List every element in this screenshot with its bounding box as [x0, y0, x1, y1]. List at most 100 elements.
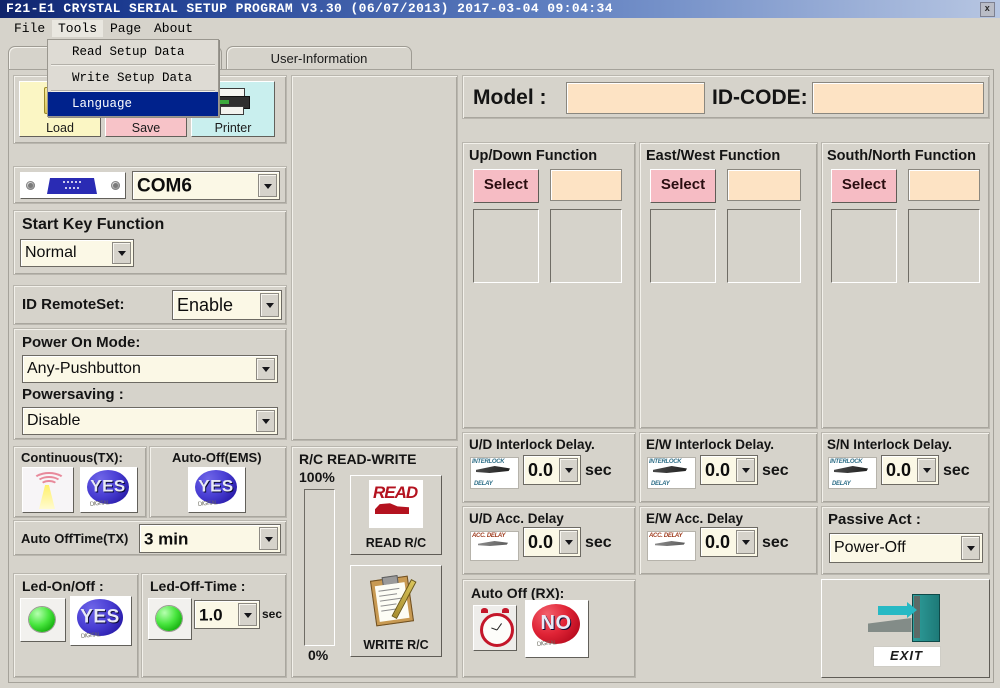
passive-act-select[interactable]: Power-Off	[829, 533, 983, 563]
chevron-down-icon[interactable]	[559, 530, 578, 554]
continuous-tx-value-ball[interactable]: YES	[87, 470, 129, 504]
continuous-tx-toggle[interactable]: YES DIGITAL	[80, 467, 138, 513]
ball-base-text: DIGITAL	[536, 640, 557, 648]
interlock-delay-icon: INTERLOCK DELAY	[828, 457, 877, 489]
auto-off-rx-toggle[interactable]: NO DIGITAL	[525, 600, 589, 658]
east-west-list-right[interactable]	[727, 209, 801, 283]
menu-write-setup-data[interactable]: Write Setup Data	[48, 66, 218, 90]
idcode-label: ID-CODE:	[712, 86, 808, 109]
chevron-down-icon[interactable]	[736, 530, 755, 554]
chevron-down-icon[interactable]	[256, 358, 275, 380]
ud-acc-delay-select[interactable]: 0.0	[523, 527, 581, 557]
menu-language[interactable]: Language	[48, 92, 218, 116]
continuous-tx-group: Continuous(TX): YES DIGITAL	[13, 446, 147, 518]
south-north-list-left[interactable]	[831, 209, 897, 283]
acc-icon-top-text: ACC. DELAY	[472, 533, 506, 539]
chevron-down-icon[interactable]	[112, 242, 131, 264]
passive-act-value: Power-Off	[834, 539, 906, 556]
power-on-mode-select[interactable]: Any-Pushbutton	[22, 355, 278, 383]
up-down-list-right[interactable]	[550, 209, 622, 283]
auto-off-rx-label: Auto Off (RX):	[471, 585, 565, 601]
com-port-group: COM6	[13, 166, 287, 204]
auto-off-time-select[interactable]: 3 min	[139, 524, 281, 553]
clipboard-icon	[369, 574, 421, 627]
close-icon[interactable]: x	[980, 2, 995, 17]
menu-item-about[interactable]: About	[148, 20, 199, 37]
auto-off-ems-toggle[interactable]: YES DIGITAL	[188, 467, 246, 513]
interlock-icon-bottom-text: DELAY	[651, 481, 670, 487]
menu-item-tools[interactable]: Tools	[52, 20, 104, 37]
led-on-off-value-ball[interactable]: YES	[77, 599, 123, 636]
rc-progress-bottom-label: 0%	[308, 647, 329, 663]
up-down-function-group: Up/Down Function Select	[462, 142, 636, 429]
auto-off-time-group: Auto OffTime(TX) 3 min	[13, 520, 287, 556]
model-idcode-group: Model : ID-CODE:	[462, 75, 990, 119]
printer-icon	[214, 88, 252, 115]
tab-user-information[interactable]: User-Information	[226, 46, 412, 71]
read-rc-button[interactable]: READ READ R/C	[350, 475, 442, 555]
exit-icon	[866, 592, 946, 642]
start-key-function-value: Normal	[25, 244, 77, 261]
up-down-value-field[interactable]	[550, 169, 622, 201]
east-west-function-title: East/West Function	[646, 148, 781, 164]
start-key-function-select[interactable]: Normal	[20, 239, 134, 267]
led-off-time-value: 1.0	[199, 605, 223, 624]
model-field[interactable]	[566, 82, 705, 114]
powersaving-select[interactable]: Disable	[22, 407, 278, 435]
up-down-function-title: Up/Down Function	[469, 148, 598, 164]
save-button-label: Save	[131, 121, 161, 135]
interlock-icon-bottom-text: DELAY	[832, 481, 851, 487]
chevron-down-icon[interactable]	[258, 174, 277, 197]
ew-interlock-delay-value: 0.0	[705, 460, 731, 480]
main-panel: Load Save Printer COM6 Start Key Functio…	[8, 69, 994, 683]
led-on-off-toggle[interactable]: YES DIGITAL	[70, 596, 132, 646]
com-port-select[interactable]: COM6	[132, 171, 280, 200]
rc-read-write-group: R/C READ-WRITE 100% 0% READ READ R/C WRI…	[291, 446, 458, 678]
chevron-down-icon[interactable]	[256, 410, 275, 432]
id-remote-set-select[interactable]: Enable	[172, 290, 282, 320]
east-west-list-left[interactable]	[650, 209, 716, 283]
idcode-field[interactable]	[812, 82, 984, 114]
chevron-down-icon[interactable]	[559, 458, 578, 482]
ew-acc-delay-select[interactable]: 0.0	[700, 527, 758, 557]
application-window: F21-E1 CRYSTAL SERIAL SETUP PROGRAM V3.3…	[0, 0, 1000, 688]
menu-item-file[interactable]: File	[8, 20, 51, 37]
up-down-list-left[interactable]	[473, 209, 539, 283]
ud-interlock-delay-select[interactable]: 0.0	[523, 455, 581, 485]
ew-interlock-delay-select[interactable]: 0.0	[700, 455, 758, 485]
acc-icon-top-text: ACC. DELAY	[649, 533, 683, 539]
interlock-delay-icon: INTERLOCK DELAY	[647, 457, 696, 489]
south-north-list-right[interactable]	[908, 209, 980, 283]
chevron-down-icon[interactable]	[961, 536, 980, 560]
exit-button[interactable]: EXIT	[821, 579, 990, 678]
chevron-down-icon[interactable]	[917, 458, 936, 482]
led-on-off-label: Led-On/Off :	[22, 578, 104, 594]
chevron-down-icon[interactable]	[260, 293, 279, 317]
south-north-select-button[interactable]: Select	[831, 169, 897, 203]
read-rc-label: READ R/C	[365, 536, 427, 550]
menu-read-setup-data[interactable]: Read Setup Data	[48, 40, 218, 64]
menu-item-page[interactable]: Page	[104, 20, 147, 37]
power-on-mode-value: Any-Pushbutton	[27, 360, 141, 377]
chevron-down-icon[interactable]	[259, 527, 278, 550]
east-west-select-button[interactable]: Select	[650, 169, 716, 203]
led-off-time-select[interactable]: 1.0	[194, 600, 260, 629]
led-indicator-icon	[148, 598, 192, 640]
auto-off-ems-value-ball[interactable]: YES	[195, 470, 237, 504]
sn-interlock-delay-unit: sec	[943, 462, 970, 479]
serial-connector-icon	[20, 172, 126, 199]
ew-acc-delay-group: E/W Acc. Delay ACC. DELAY 0.0 sec	[639, 506, 818, 575]
east-west-value-field[interactable]	[727, 169, 801, 201]
up-down-select-button[interactable]: Select	[473, 169, 539, 203]
read-icon: READ	[369, 480, 423, 528]
auto-off-rx-value-ball[interactable]: NO	[532, 604, 580, 644]
led-off-time-unit: sec	[262, 607, 283, 621]
chevron-down-icon[interactable]	[238, 603, 257, 626]
south-north-value-field[interactable]	[908, 169, 980, 201]
up-down-select-label: Select	[483, 176, 529, 193]
chevron-down-icon[interactable]	[736, 458, 755, 482]
ud-interlock-delay-title: U/D Interlock Delay.	[469, 437, 595, 452]
write-rc-button[interactable]: WRITE R/C	[350, 565, 442, 657]
sn-interlock-delay-select[interactable]: 0.0	[881, 455, 939, 485]
interlock-delay-icon: INTERLOCK DELAY	[470, 457, 519, 489]
